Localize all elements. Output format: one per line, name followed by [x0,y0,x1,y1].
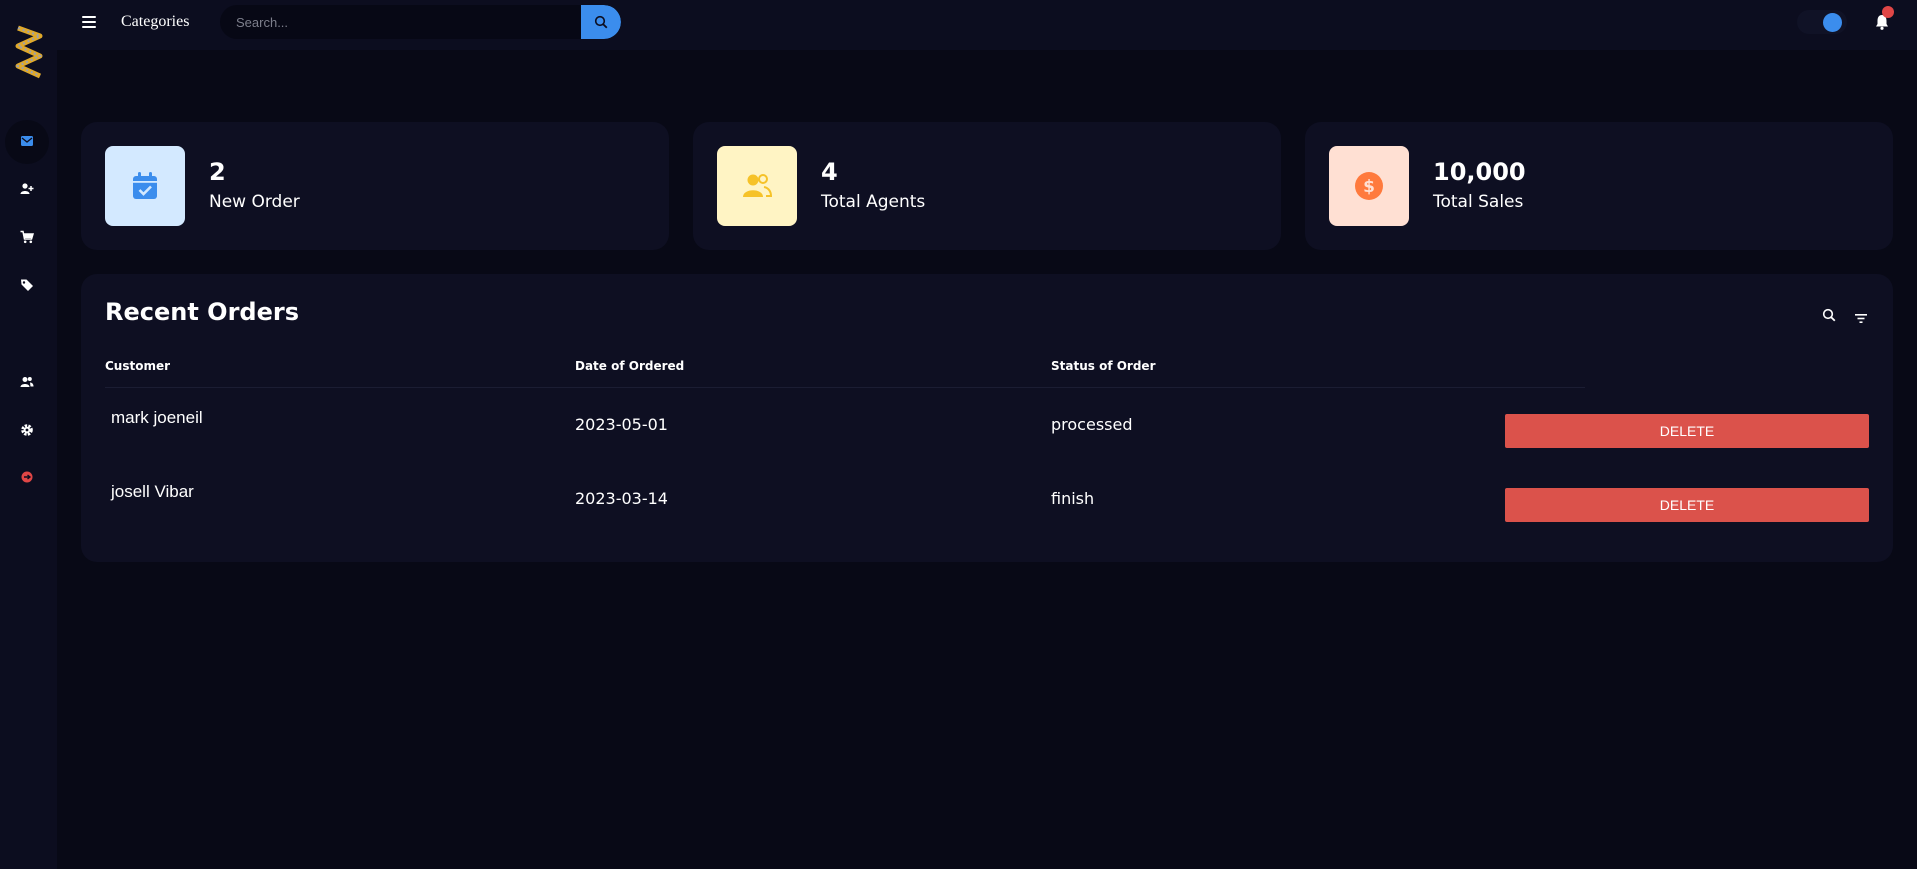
stat-label: Total Agents [821,192,926,212]
stat-label: Total Sales [1433,192,1524,212]
stat-icon-box: $ [1329,146,1409,226]
stat-card-total-agents: 4 Total Agents [693,122,1281,250]
search-input[interactable] [220,5,581,39]
stat-icon-box [105,146,185,226]
page-title: Categories [121,13,190,30]
logo [10,22,48,84]
stat-value: 10,000 [1433,158,1526,186]
order-date: 2023-05-01 [575,415,668,434]
mail-icon [20,133,34,152]
order-date: 2023-03-14 [575,489,668,508]
header-divider [105,387,1585,388]
search-button[interactable] [581,5,621,39]
toggle-knob [1823,13,1842,32]
gear-icon [20,422,34,441]
theme-toggle[interactable] [1797,10,1847,34]
sidebar-item-users[interactable] [10,366,44,400]
customer-name: mark joeneil [111,408,203,427]
search-icon [1822,308,1836,322]
cart-icon [20,229,35,248]
delete-button[interactable]: DELETE [1505,414,1869,448]
tag-icon [20,277,34,296]
stat-card-total-sales: $ 10,000 Total Sales [1305,122,1893,250]
column-header-status: Status of Order [1051,359,1156,373]
logout-icon [20,469,34,488]
column-header-customer: Customer [105,359,171,373]
svg-text:$: $ [1363,177,1375,197]
stat-label: New Order [209,192,300,212]
order-status: finish [1051,489,1095,508]
stat-icon-box [717,146,797,226]
sidebar-item-settings[interactable] [10,414,44,448]
orders-filter-button[interactable] [1854,309,1868,323]
recent-orders-panel: Recent Orders Customer Date of Ordered S… [81,274,1893,562]
stat-value: 4 [821,158,838,186]
column-header-date: Date of Ordered [575,359,685,373]
add-user-icon [20,181,34,200]
sidebar [0,0,57,869]
sidebar-item-mail[interactable] [5,120,49,164]
users-icon [743,174,773,197]
stat-value: 2 [209,158,226,186]
search-bar [220,5,621,39]
dollar-icon: $ [1355,172,1383,200]
notification-badge [1882,6,1894,18]
filter-icon [1855,314,1867,323]
sidebar-item-logout[interactable] [10,461,44,495]
users-icon [20,374,34,393]
customer-name: josell Vibar [111,482,194,501]
sidebar-item-cart[interactable] [10,221,44,255]
calendar-check-icon [133,172,157,199]
sidebar-item-tags[interactable] [10,269,44,303]
order-status: processed [1051,415,1133,434]
orders-search-button[interactable] [1822,307,1836,322]
stat-card-new-order: 2 New Order [81,122,669,250]
section-title: Recent Orders [105,298,299,326]
search-icon [594,15,608,29]
menu-icon[interactable] [82,16,96,28]
sidebar-item-add-user[interactable] [10,173,44,207]
delete-button[interactable]: DELETE [1505,488,1869,522]
